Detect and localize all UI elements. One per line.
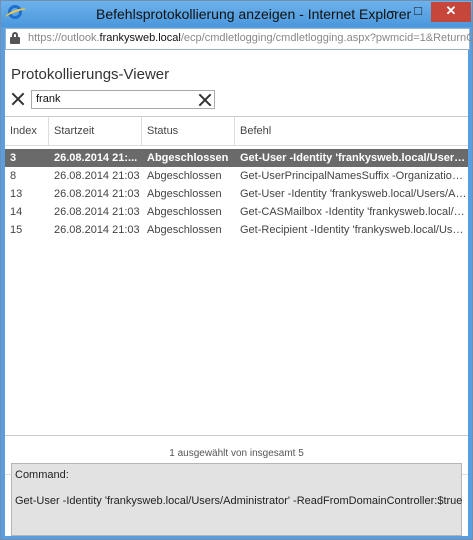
cell-befehl: Get-UserPrincipalNamesSuffix -Organizati… bbox=[240, 170, 468, 182]
cell-index: 3 bbox=[10, 152, 17, 164]
window-title: Befehlsprotokollierung anzeigen - Intern… bbox=[96, 6, 412, 22]
cell-status: Abgeschlossen bbox=[147, 206, 222, 218]
cell-status: Abgeschlossen bbox=[147, 224, 222, 236]
cell-index: 13 bbox=[10, 188, 23, 200]
cell-startzeit: 26.08.2014 21:03 bbox=[54, 206, 140, 218]
column-header-index[interactable]: Index bbox=[5, 117, 49, 145]
command-text: Get-User -Identity 'frankysweb.local/Use… bbox=[15, 495, 463, 507]
search-clear-icon[interactable] bbox=[198, 93, 211, 106]
log-table: Index Startzeit Status Befehl 3 26.08.20… bbox=[5, 116, 468, 436]
cell-startzeit: 26.08.2014 21:... bbox=[54, 152, 138, 164]
page-title: Protokollierungs-Viewer bbox=[11, 66, 170, 83]
cell-startzeit: 26.08.2014 21:03 bbox=[54, 170, 140, 182]
table-header: Index Startzeit Status Befehl bbox=[5, 117, 468, 146]
address-path: /ecp/cmdletlogging/cmdletlogging.aspx?pw… bbox=[180, 32, 473, 44]
command-label: Command: bbox=[15, 469, 69, 481]
table-row[interactable]: 14 26.08.2014 21:03 Abgeschlossen Get-CA… bbox=[5, 203, 468, 221]
address-bar[interactable]: https://outlook.frankysweb.local/ecp/cmd… bbox=[5, 28, 473, 50]
browser-window: Befehlsprotokollierung anzeigen - Intern… bbox=[0, 0, 473, 540]
column-header-startzeit[interactable]: Startzeit bbox=[49, 117, 142, 145]
cell-status: Abgeschlossen bbox=[147, 188, 222, 200]
cell-befehl: Get-CASMailbox -Identity 'frankysweb.loc… bbox=[240, 206, 468, 218]
internet-explorer-icon bbox=[8, 5, 22, 19]
address-prefix: https://outlook. bbox=[28, 32, 100, 44]
lock-icon bbox=[10, 32, 20, 44]
cell-befehl: Get-User -Identity 'frankysweb.local/Use… bbox=[240, 188, 468, 200]
cell-startzeit: 26.08.2014 21:03 bbox=[54, 188, 140, 200]
cell-status: Abgeschlossen bbox=[147, 152, 229, 164]
cell-startzeit: 26.08.2014 21:03 bbox=[54, 224, 140, 236]
cell-befehl: Get-Recipient -Identity 'frankysweb.loca… bbox=[240, 224, 468, 236]
cell-index: 8 bbox=[10, 170, 17, 182]
table-row[interactable]: 3 26.08.2014 21:... Abgeschlossen Get-Us… bbox=[5, 149, 468, 167]
address-url: https://outlook.frankysweb.local/ecp/cmd… bbox=[28, 32, 473, 44]
address-domain: frankysweb.local bbox=[99, 32, 181, 44]
table-row[interactable]: 8 26.08.2014 21:03 Abgeschlossen Get-Use… bbox=[5, 167, 468, 185]
column-header-status[interactable]: Status bbox=[142, 117, 235, 145]
cell-befehl: Get-User -Identity 'frankysweb.local/Use… bbox=[240, 152, 468, 164]
maximize-button[interactable]: □ bbox=[405, 2, 431, 22]
search-box bbox=[31, 90, 215, 109]
table-row[interactable]: 15 26.08.2014 21:03 Abgeschlossen Get-Re… bbox=[5, 221, 468, 239]
title-bar: Befehlsprotokollierung anzeigen - Intern… bbox=[1, 1, 472, 27]
minimize-button[interactable]: – bbox=[379, 2, 405, 22]
command-panel: Command: Get-User -Identity 'frankysweb.… bbox=[11, 463, 462, 536]
table-row[interactable]: 13 26.08.2014 21:03 Abgeschlossen Get-Us… bbox=[5, 185, 468, 203]
clear-filter-icon[interactable] bbox=[11, 92, 24, 105]
close-button[interactable]: ✕ bbox=[431, 2, 471, 22]
cell-status: Abgeschlossen bbox=[147, 170, 222, 182]
page-content: Protokollierungs-Viewer Index Startzeit … bbox=[5, 50, 468, 536]
search-input[interactable] bbox=[36, 92, 186, 106]
cell-index: 14 bbox=[10, 206, 23, 218]
column-header-befehl[interactable]: Befehl bbox=[235, 117, 468, 145]
cell-index: 15 bbox=[10, 224, 23, 236]
